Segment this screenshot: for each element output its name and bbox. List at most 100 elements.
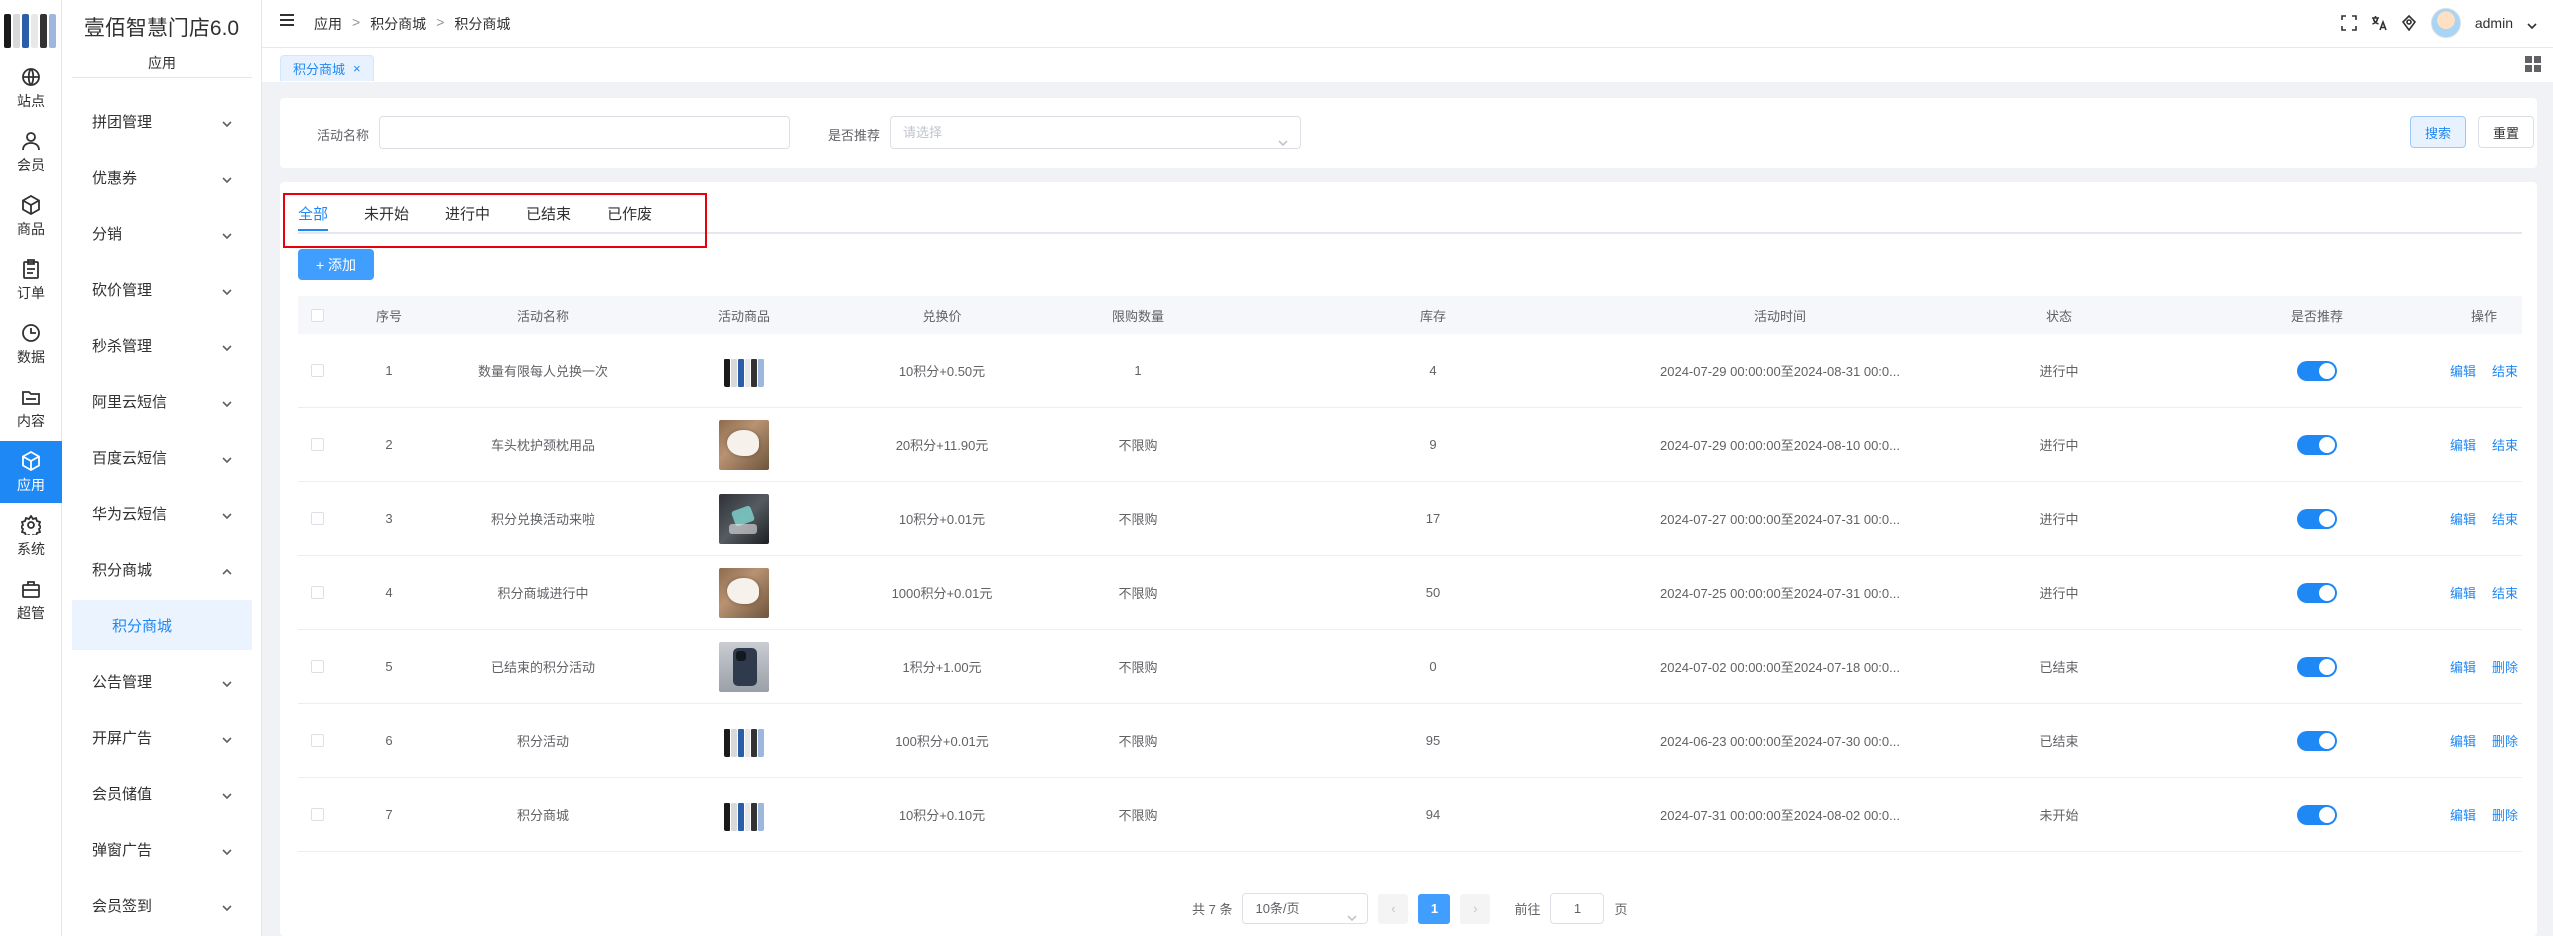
add-button[interactable]: + 添加 — [298, 249, 374, 280]
edit-link[interactable]: 编辑 — [2450, 657, 2476, 676]
row-checkbox[interactable] — [310, 438, 324, 451]
menu-item[interactable]: 砍价管理 — [72, 264, 252, 314]
product-image-cell — [644, 725, 844, 757]
menu-subitem[interactable]: 积分商城 — [72, 600, 252, 650]
product-thumbnail[interactable] — [719, 493, 769, 544]
row-checkbox[interactable] — [310, 808, 324, 821]
product-thumbnail[interactable] — [724, 799, 764, 831]
product-thumbnail[interactable] — [719, 567, 769, 618]
menu-item[interactable]: 阿里云短信 — [72, 376, 252, 426]
edit-link[interactable]: 编辑 — [2450, 731, 2476, 750]
next-page-button[interactable]: › — [1460, 893, 1491, 924]
rail-item[interactable]: 商品 — [0, 185, 62, 247]
rail-item[interactable]: 数据 — [0, 313, 62, 375]
row-checkbox[interactable] — [310, 512, 324, 525]
menu-item[interactable]: 百度云短信 — [72, 432, 252, 482]
total-count: 共 7 条 — [1192, 902, 1233, 917]
rail-item[interactable]: 超管 — [0, 569, 62, 631]
recommend-toggle[interactable] — [2297, 582, 2337, 603]
end-link[interactable]: 结束 — [2492, 435, 2518, 454]
prev-page-button[interactable]: ‹ — [1378, 893, 1409, 924]
menu-item[interactable]: 拼团管理 — [72, 96, 252, 146]
user-name[interactable]: admin — [2475, 15, 2513, 31]
delete-link[interactable]: 删除 — [2492, 805, 2518, 824]
rail-item[interactable]: 系统 — [0, 505, 62, 567]
menu-item-label: 会员签到 — [92, 897, 153, 915]
translate-icon[interactable] — [2371, 15, 2387, 31]
page-size-select[interactable]: 10条/页 — [1242, 893, 1369, 924]
edit-link[interactable]: 编辑 — [2450, 509, 2476, 528]
close-icon[interactable]: × — [353, 61, 361, 76]
purchase-limit: 不限购 — [1118, 586, 1158, 601]
row-checkbox[interactable] — [310, 734, 324, 747]
edit-link[interactable]: 编辑 — [2450, 805, 2476, 824]
recommend-select[interactable]: 请选择 — [890, 116, 1301, 149]
rail-item[interactable]: 内容 — [0, 377, 62, 439]
menu-item[interactable]: 积分商城 — [72, 544, 252, 594]
recommend-toggle[interactable] — [2297, 804, 2337, 825]
menu-item[interactable]: 会员签到 — [72, 880, 252, 930]
menu-item[interactable]: 分销 — [72, 208, 252, 258]
exchange-price: 100积分+0.01元 — [895, 734, 989, 749]
reset-button[interactable]: 重置 — [2478, 116, 2534, 148]
menu-item[interactable]: 弹窗广告 — [72, 824, 252, 874]
operations-cell: 编辑 结束 — [2446, 583, 2522, 602]
app-logo — [4, 8, 56, 48]
row-index: 7 — [385, 807, 393, 822]
row-checkbox[interactable] — [310, 364, 324, 377]
product-thumbnail[interactable] — [724, 725, 764, 757]
recommend-toggle[interactable] — [2297, 730, 2337, 751]
recommend-toggle[interactable] — [2297, 360, 2337, 381]
menu-item-label: 会员储值 — [92, 785, 153, 803]
end-link[interactable]: 结束 — [2492, 509, 2518, 528]
delete-link[interactable]: 删除 — [2492, 657, 2518, 676]
menu-item[interactable]: 公告管理 — [72, 656, 252, 706]
activity-name-input[interactable] — [379, 116, 790, 149]
recommend-toggle[interactable] — [2297, 508, 2337, 529]
row-checkbox[interactable] — [310, 660, 324, 673]
tab-points-mall[interactable]: 积分商城 × — [280, 55, 374, 81]
page-number-current[interactable]: 1 — [1418, 893, 1451, 924]
edit-link[interactable]: 编辑 — [2450, 583, 2476, 602]
search-button[interactable]: 搜索 — [2410, 116, 2466, 148]
menu-item[interactable]: 优惠券 — [72, 152, 252, 202]
goto-page-input[interactable]: 1 — [1550, 893, 1605, 924]
menu-toggle-icon[interactable] — [280, 14, 294, 28]
fullscreen-icon[interactable] — [2341, 15, 2357, 31]
recommend-cell — [2188, 434, 2446, 455]
row-index: 4 — [385, 585, 393, 600]
rail-item[interactable]: 会员 — [0, 121, 62, 183]
product-thumbnail[interactable] — [719, 641, 769, 692]
breadcrumb-separator: > — [436, 14, 445, 30]
edit-link[interactable]: 编辑 — [2450, 435, 2476, 454]
delete-link[interactable]: 删除 — [2492, 731, 2518, 750]
menu-item[interactable]: 华为云短信 — [72, 488, 252, 538]
rail-item[interactable]: 应用 — [0, 441, 62, 503]
end-link[interactable]: 结束 — [2492, 583, 2518, 602]
row-checkbox[interactable] — [310, 586, 324, 599]
product-thumbnail[interactable] — [719, 419, 769, 470]
exchange-price: 10积分+0.50元 — [898, 364, 986, 379]
activity-status: 进行中 — [2039, 586, 2079, 601]
chevron-down-icon[interactable] — [2527, 18, 2537, 30]
rail-item[interactable]: 站点 — [0, 57, 62, 119]
recommend-toggle[interactable] — [2297, 434, 2337, 455]
product-thumbnail[interactable] — [724, 355, 764, 387]
breadcrumb-item[interactable]: 积分商城 — [370, 14, 426, 34]
page-size-value: 10条/页 — [1255, 901, 1300, 916]
menu-item[interactable]: 开屏广告 — [72, 712, 252, 762]
rail-item-label: 商品 — [17, 220, 45, 237]
breadcrumb-item[interactable]: 应用 — [314, 14, 342, 34]
end-link[interactable]: 结束 — [2492, 361, 2518, 380]
menu-item[interactable]: 秒杀管理 — [72, 320, 252, 370]
grid-icon[interactable] — [2525, 56, 2541, 72]
edit-link[interactable]: 编辑 — [2450, 361, 2476, 380]
stock-count: 50 — [1425, 585, 1441, 600]
select-all-checkbox[interactable] — [310, 308, 324, 322]
avatar[interactable] — [2430, 8, 2461, 38]
product-image-cell — [644, 799, 844, 831]
theme-icon[interactable] — [2401, 14, 2417, 32]
menu-item[interactable]: 会员储值 — [72, 768, 252, 818]
recommend-toggle[interactable] — [2297, 656, 2337, 677]
rail-item[interactable]: 订单 — [0, 249, 62, 311]
